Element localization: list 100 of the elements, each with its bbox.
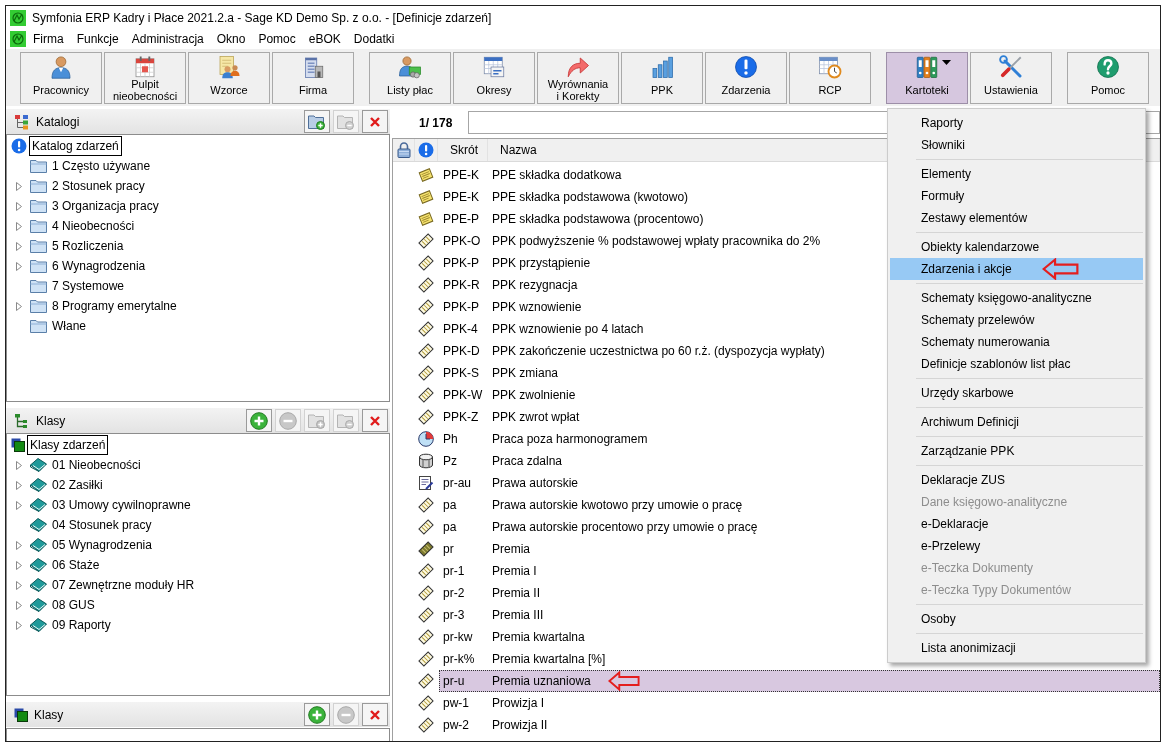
toolbar-button[interactable]: Zdarzenia bbox=[705, 52, 787, 104]
menu-item[interactable]: Raporty bbox=[890, 112, 1143, 134]
menu-bar-item[interactable]: Dodatki bbox=[346, 30, 401, 48]
tree-item[interactable]: 8 Programy emerytalne bbox=[49, 296, 180, 316]
list-row[interactable]: PPK-P PPK przystąpienie bbox=[439, 252, 595, 274]
list-row[interactable]: pr-3 Premia III bbox=[439, 604, 548, 626]
code-cell-text: PPK-P bbox=[443, 256, 480, 270]
list-row[interactable]: pr-u Premia uznaniowa bbox=[439, 670, 1160, 692]
tree-item[interactable]: 4 Nieobecności bbox=[49, 216, 138, 236]
close-button[interactable] bbox=[362, 409, 388, 432]
menu-item[interactable]: Lista anonimizacji bbox=[890, 637, 1143, 659]
tree-item[interactable]: 05 Wynagrodzenia bbox=[49, 535, 155, 555]
code-cell-text: pr-1 bbox=[443, 564, 466, 578]
tree-item[interactable]: 02 Zasiłki bbox=[49, 475, 106, 495]
name-cell: Premia kwartalna [%] bbox=[492, 652, 606, 666]
list-row[interactable]: PPK-4 PPK wznowienie po 4 latach bbox=[439, 318, 648, 340]
add-folder-button[interactable] bbox=[304, 110, 330, 133]
list-row[interactable]: pa Prawa autorskie procentowo przy umowie o pracę bbox=[439, 516, 762, 538]
tree-item[interactable]: 04 Stosunek pracy bbox=[49, 515, 155, 535]
tree-item[interactable]: 7 Systemowe bbox=[49, 276, 128, 296]
person-money-icon bbox=[398, 55, 422, 79]
toolbar-button[interactable]: RCP bbox=[789, 52, 871, 104]
menu-item[interactable]: Zarządzanie PPK bbox=[890, 440, 1143, 462]
toolbar-button[interactable]: Pracownicy bbox=[20, 52, 102, 104]
list-row[interactable]: PPK-Z PPK zwrot wpłat bbox=[439, 406, 584, 428]
menu-bar-item[interactable]: eBOK bbox=[301, 30, 347, 48]
tree-item[interactable]: 6 Wynagrodzenia bbox=[49, 256, 149, 276]
toolbar-button[interactable]: Wyrównania i Korekty bbox=[537, 52, 619, 104]
menu-item[interactable]: Formuły bbox=[890, 185, 1143, 207]
menu-bar-item[interactable]: Okno bbox=[209, 30, 252, 48]
tree-item[interactable]: 03 Umowy cywilnoprawne bbox=[49, 495, 194, 515]
tree-item[interactable]: Katalog zdarzeń bbox=[29, 136, 122, 156]
menu-item[interactable]: e-Deklaracje bbox=[890, 513, 1143, 535]
list-row[interactable]: pr-1 Premia I bbox=[439, 560, 541, 582]
toolbar-button[interactable]: Pomoc bbox=[1067, 52, 1149, 104]
menu-item[interactable]: Archiwum Definicji bbox=[890, 411, 1143, 433]
close-button[interactable] bbox=[362, 110, 388, 133]
menu-bar-item[interactable]: Funkcje bbox=[69, 30, 125, 48]
record-counter: 1/ 178 bbox=[418, 115, 454, 130]
menu-item[interactable]: Schematy księgowo-analityczne bbox=[890, 287, 1143, 309]
list-row[interactable]: pr-2 Premia II bbox=[439, 582, 544, 604]
list-row[interactable]: PPE-K PPE składka dodatkowa bbox=[439, 164, 626, 186]
menu-item[interactable]: Urzędy skarbowe bbox=[890, 382, 1143, 404]
tree-item[interactable]: 07 Zewnętrzne moduły HR bbox=[49, 575, 198, 595]
menu-item[interactable]: Zdarzenia i akcje bbox=[890, 258, 1143, 280]
list-row[interactable]: PPE-P PPE składka podstawowa (procentowo) bbox=[439, 208, 708, 230]
tree-item[interactable]: Włane bbox=[49, 316, 89, 336]
toolbar-button[interactable]: Ustawienia bbox=[970, 52, 1052, 104]
tag-icon bbox=[418, 233, 434, 249]
tree-item[interactable]: 08 GUS bbox=[49, 595, 98, 615]
list-row[interactable]: pa Prawa autorskie kwotowo przy umowie o pracę bbox=[439, 494, 747, 516]
add-button[interactable] bbox=[246, 409, 272, 432]
list-row[interactable]: pr-au Prawa autorskie bbox=[439, 472, 583, 494]
tree-item[interactable]: 01 Nieobecności bbox=[49, 455, 144, 475]
notepad-icon bbox=[418, 189, 434, 205]
toolbar-button[interactable]: Firma bbox=[272, 52, 354, 104]
menu-bar-item[interactable]: Firma bbox=[26, 30, 70, 48]
list-row[interactable]: PPK-S PPK zmiana bbox=[439, 362, 563, 384]
list-row[interactable]: PPE-K PPE składka podstawowa (kwotowo) bbox=[439, 186, 693, 208]
list-row[interactable]: PPK-R PPK rezygnacja bbox=[439, 274, 582, 296]
list-row[interactable]: PPK-O PPK podwyższenie % podstawowej wpłaty pracownika do 2% bbox=[439, 230, 825, 252]
menu-item[interactable]: Obiekty kalendarzowe bbox=[890, 236, 1143, 258]
tree-item[interactable]: 2 Stosunek pracy bbox=[49, 176, 148, 196]
tree-item[interactable]: 09 Raporty bbox=[49, 615, 114, 635]
toolbar-button[interactable]: Listy płac bbox=[369, 52, 451, 104]
toolbar-button[interactable]: PPK bbox=[621, 52, 703, 104]
bar-chart-icon bbox=[650, 55, 674, 79]
toolbar-button[interactable]: Okresy bbox=[453, 52, 535, 104]
list-row[interactable]: Pz Praca zdalna bbox=[439, 450, 567, 472]
list-row[interactable]: pw-1 Prowizja I bbox=[439, 692, 548, 714]
tree-item[interactable]: 5 Rozliczenia bbox=[49, 236, 127, 256]
menu-item[interactable]: Zestawy elementów bbox=[890, 207, 1143, 229]
book-icon bbox=[30, 478, 47, 492]
list-row[interactable]: PPK-W PPK zwolnienie bbox=[439, 384, 580, 406]
list-row[interactable]: pr-kw Premia kwartalna bbox=[439, 626, 589, 648]
menu-item[interactable]: Elementy bbox=[890, 163, 1143, 185]
list-row[interactable]: pr-k% Premia kwartalna [%] bbox=[439, 648, 610, 670]
menu-bar-item[interactable]: Pomoc bbox=[251, 30, 302, 48]
toolbar-button[interactable]: Pulpit nieobecności bbox=[104, 52, 186, 104]
list-row[interactable]: Ph Praca poza harmonogramem bbox=[439, 428, 652, 450]
menu-item[interactable]: Schematy numerowania bbox=[890, 331, 1143, 353]
tree-item[interactable]: Klasy zdarzeń bbox=[27, 435, 109, 455]
menu-item[interactable]: Schematy przelewów bbox=[890, 309, 1143, 331]
toolbar-button[interactable]: Wzorce bbox=[188, 52, 270, 104]
menu-item[interactable]: Osoby bbox=[890, 608, 1143, 630]
list-row[interactable]: pw-2 Prowizja II bbox=[439, 714, 552, 736]
column-header[interactable]: Skrót bbox=[438, 139, 488, 161]
menu-bar-item[interactable]: Administracja bbox=[124, 30, 210, 48]
list-row[interactable]: pr Premia bbox=[439, 538, 534, 560]
toolbar-button[interactable]: Kartoteki bbox=[886, 52, 968, 104]
list-row[interactable]: PPK-D PPK zakończenie uczestnictwa po 60 r.ż. (dyspozycja wypłaty) bbox=[439, 340, 829, 362]
menu-item[interactable]: Deklaracje ZUS bbox=[890, 469, 1143, 491]
list-row[interactable]: PPK-P PPK wznowienie bbox=[439, 296, 586, 318]
tree-item[interactable]: 06 Staże bbox=[49, 555, 103, 575]
tree-item[interactable]: 1 Często używane bbox=[49, 156, 154, 176]
close-button[interactable] bbox=[362, 703, 388, 726]
menu-item[interactable]: e-Przelewy bbox=[890, 535, 1143, 557]
add-button[interactable] bbox=[304, 703, 330, 726]
tree-item[interactable]: 3 Organizacja pracy bbox=[49, 196, 162, 216]
menu-item[interactable]: Definicje szablonów list płac bbox=[890, 353, 1143, 375]
